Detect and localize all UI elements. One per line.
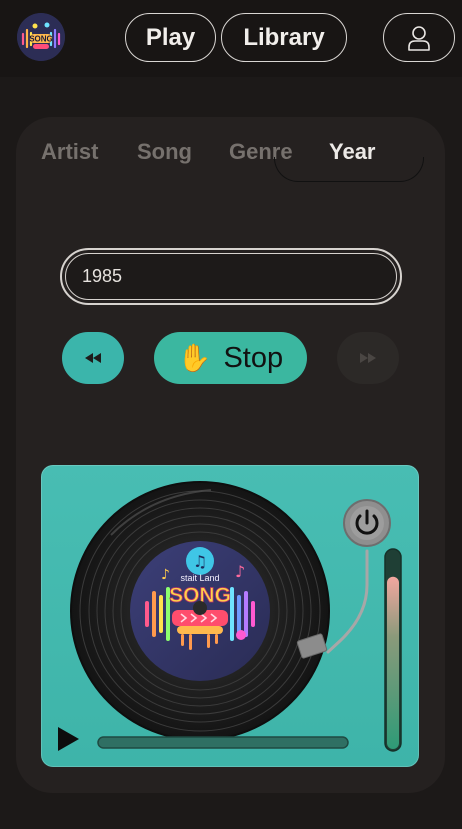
fast-forward-icon (360, 353, 376, 363)
tab-artist[interactable]: Artist (41, 139, 98, 165)
svg-text:♫: ♫ (193, 552, 207, 571)
volume-slider[interactable] (384, 548, 402, 752)
stop-button[interactable]: ✋ Stop (154, 332, 307, 384)
app-logo[interactable]: SONG (17, 13, 65, 61)
svg-text:♪: ♪ (235, 562, 245, 581)
raised-hand-icon: ✋ (177, 343, 212, 373)
search-tabs: Artist Song Genre Year (16, 117, 445, 187)
next-button[interactable] (337, 332, 399, 384)
year-input-frame (60, 248, 402, 305)
top-navigation-bar: SONG Play Library (0, 0, 462, 77)
svg-text:♪: ♪ (161, 567, 170, 583)
profile-button[interactable] (383, 13, 455, 62)
play-button[interactable] (58, 727, 79, 751)
power-button[interactable] (343, 499, 391, 547)
active-tab-indicator (274, 157, 424, 182)
search-card: Artist Song Genre Year ✋ Stop (16, 117, 445, 793)
logo-text: SONG (29, 35, 53, 44)
record-label-artwork: ♫ ♪ ♪ stait Land SONG (130, 541, 270, 681)
play-icon (58, 727, 79, 751)
record-label-top-text: stait Land (180, 573, 219, 583)
progress-bar[interactable] (97, 736, 349, 749)
tab-song[interactable]: Song (137, 139, 192, 165)
turntable-player: ♫ ♪ ♪ stait Land SONG (41, 465, 419, 767)
song-logo-icon: SONG (17, 13, 65, 61)
library-nav-button[interactable]: Library (221, 13, 347, 62)
volume-level-fill (387, 576, 399, 749)
turntable-graphic: ♫ ♪ ♪ stait Land SONG (58, 481, 402, 752)
user-icon (408, 25, 430, 51)
year-input[interactable] (65, 253, 397, 300)
rewind-icon (85, 353, 101, 363)
previous-button[interactable] (62, 332, 124, 384)
play-nav-button[interactable]: Play (125, 13, 216, 62)
stop-label: Stop (223, 341, 284, 374)
